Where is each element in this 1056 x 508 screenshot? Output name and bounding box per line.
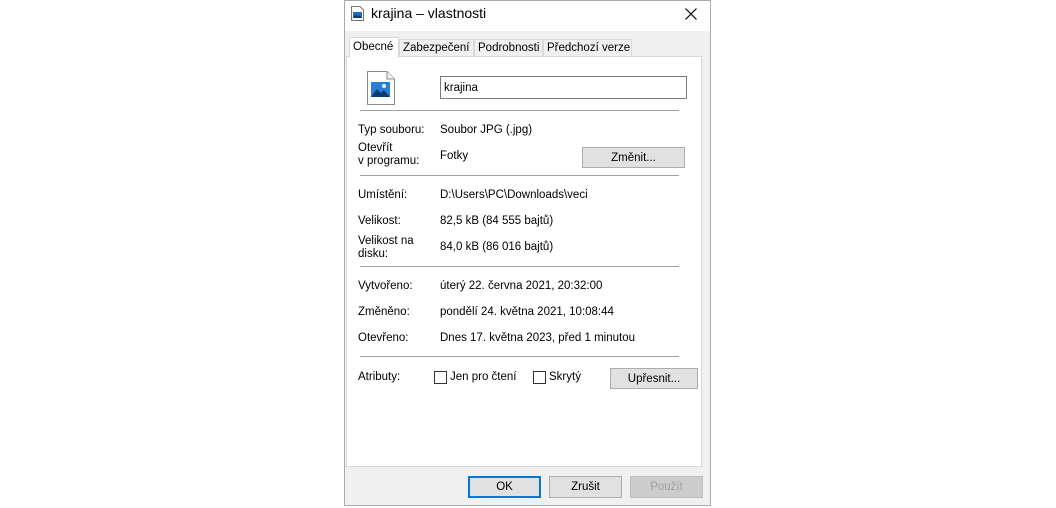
hidden-label[interactable]: Skrytý: [549, 371, 581, 384]
read-only-checkbox[interactable]: [434, 371, 447, 384]
tab-security[interactable]: Zabezpečení: [399, 39, 474, 56]
tab-previous-versions[interactable]: Předchozí verze: [543, 39, 632, 56]
tab-general[interactable]: Obecné: [349, 37, 399, 58]
location-label: Umístění:: [358, 189, 408, 201]
file-type-label: Typ souboru:: [358, 124, 425, 136]
separator: [360, 266, 679, 267]
size-value: 82,5 kB (84 555 bajtů): [440, 215, 554, 227]
image-file-icon: [351, 6, 364, 21]
opens-with-label-line1: Otevřít: [358, 142, 393, 154]
read-only-label[interactable]: Jen pro čtení: [450, 371, 516, 384]
cancel-button[interactable]: Zrušit: [549, 476, 622, 498]
modified-label: Změněno:: [358, 306, 410, 318]
accessed-value: Dnes 17. května 2023, před 1 minutou: [440, 332, 635, 344]
ok-button[interactable]: OK: [468, 476, 541, 498]
created-label: Vytvořeno:: [358, 280, 413, 292]
location-value: D:\Users\PC\Downloads\veci: [440, 189, 588, 201]
separator: [360, 110, 679, 111]
separator: [360, 175, 679, 176]
properties-dialog: krajina – vlastnosti Obecné Zabezpečení …: [344, 0, 711, 506]
window-title: krajina – vlastnosti: [371, 5, 487, 21]
separator: [360, 356, 679, 357]
close-icon: [685, 8, 697, 20]
size-on-disk-value: 84,0 kB (86 016 bajtů): [440, 241, 554, 253]
file-type-value: Soubor JPG (.jpg): [440, 124, 533, 136]
attributes-label: Atributy:: [358, 371, 401, 383]
modified-value: pondělí 24. května 2021, 10:08:44: [440, 306, 614, 318]
general-tab-panel: Typ souboru: Soubor JPG (.jpg) Otevřít v…: [346, 56, 702, 467]
size-label: Velikost:: [358, 215, 401, 227]
title-bar: krajina – vlastnosti: [345, 1, 710, 31]
close-button[interactable]: [676, 1, 706, 27]
advanced-attributes-button[interactable]: Upřesnit...: [610, 368, 698, 389]
hidden-checkbox[interactable]: [533, 371, 546, 384]
accessed-label: Otevřeno:: [358, 332, 409, 344]
size-on-disk-label-line1: Velikost na: [358, 235, 414, 247]
opens-with-label-line2: v programu:: [358, 155, 420, 167]
apply-button[interactable]: Použít: [630, 476, 703, 498]
tab-details[interactable]: Podrobnosti: [474, 39, 543, 56]
size-on-disk-label-line2: disku:: [358, 248, 389, 260]
created-value: úterý 22. června 2021, 20:32:00: [440, 280, 603, 292]
file-name-input[interactable]: [440, 76, 687, 99]
jpg-file-icon: [367, 71, 395, 105]
change-program-button[interactable]: Změnit...: [582, 147, 685, 168]
opens-with-value: Fotky: [440, 150, 469, 162]
